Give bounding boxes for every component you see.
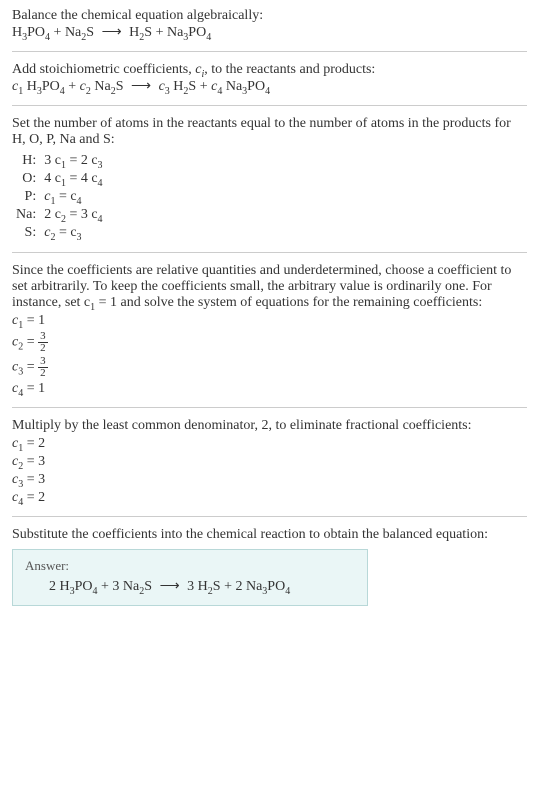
- coef-line: c1 = 1: [12, 313, 527, 329]
- element-label: H:: [12, 152, 40, 170]
- section-atoms: Set the number of atoms in the reactants…: [12, 105, 527, 242]
- coefficient-equation: c1 H3PO4 + c2 Na2S ⟶ c3 H2S + c4 Na3PO4: [12, 78, 527, 95]
- element-label: O:: [12, 170, 40, 188]
- section-stoich: Add stoichiometric coefficients, ci, to …: [12, 51, 527, 95]
- section-final: Substitute the coefficients into the che…: [12, 516, 527, 606]
- coef-line: c3 = 3: [12, 472, 527, 488]
- stoich-text: Add stoichiometric coefficients, ci, to …: [12, 62, 527, 78]
- element-label: S:: [12, 224, 40, 242]
- section-intro: Balance the chemical equation algebraica…: [12, 8, 527, 41]
- atom-balance-table: H: 3 c1 = 2 c3 O: 4 c1 = 4 c4 P: c1 = c4…: [12, 152, 107, 242]
- unbalanced-equation: H3PO4 + Na2S ⟶ H2S + Na3PO4: [12, 24, 527, 41]
- final-text: Substitute the coefficients into the che…: [12, 527, 527, 543]
- balance-eq: 3 c1 = 2 c3: [40, 152, 106, 170]
- coef-line: c2 = 32: [12, 331, 527, 354]
- coef-line: c1 = 2: [12, 436, 527, 452]
- choose-text: Since the coefficients are relative quan…: [12, 263, 527, 311]
- lcd-text: Multiply by the least common denominator…: [12, 418, 527, 434]
- coef-line: c3 = 32: [12, 356, 527, 379]
- coef-line: c4 = 2: [12, 490, 527, 506]
- coef-line: c4 = 1: [12, 381, 527, 397]
- balance-eq: 4 c1 = 4 c4: [40, 170, 106, 188]
- table-row: S: c2 = c3: [12, 224, 107, 242]
- balance-eq: c1 = c4: [40, 188, 106, 206]
- reaction-arrow-icon: ⟶: [98, 25, 126, 40]
- table-row: H: 3 c1 = 2 c3: [12, 152, 107, 170]
- table-row: Na: 2 c2 = 3 c4: [12, 206, 107, 224]
- table-row: P: c1 = c4: [12, 188, 107, 206]
- balanced-equation: 2 H3PO4 + 3 Na2S ⟶ 3 H2S + 2 Na3PO4: [25, 578, 355, 595]
- balance-eq: 2 c2 = 3 c4: [40, 206, 106, 224]
- reaction-arrow-icon: ⟶: [156, 579, 184, 594]
- reaction-arrow-icon: ⟶: [127, 79, 155, 94]
- element-label: P:: [12, 188, 40, 206]
- atoms-text: Set the number of atoms in the reactants…: [12, 116, 527, 148]
- table-row: O: 4 c1 = 4 c4: [12, 170, 107, 188]
- intro-text: Balance the chemical equation algebraica…: [12, 8, 527, 24]
- section-lcd: Multiply by the least common denominator…: [12, 407, 527, 506]
- answer-label: Answer:: [25, 558, 355, 574]
- balance-eq: c2 = c3: [40, 224, 106, 242]
- coef-line: c2 = 3: [12, 454, 527, 470]
- element-label: Na:: [12, 206, 40, 224]
- answer-box: Answer: 2 H3PO4 + 3 Na2S ⟶ 3 H2S + 2 Na3…: [12, 549, 368, 606]
- section-choose: Since the coefficients are relative quan…: [12, 252, 527, 397]
